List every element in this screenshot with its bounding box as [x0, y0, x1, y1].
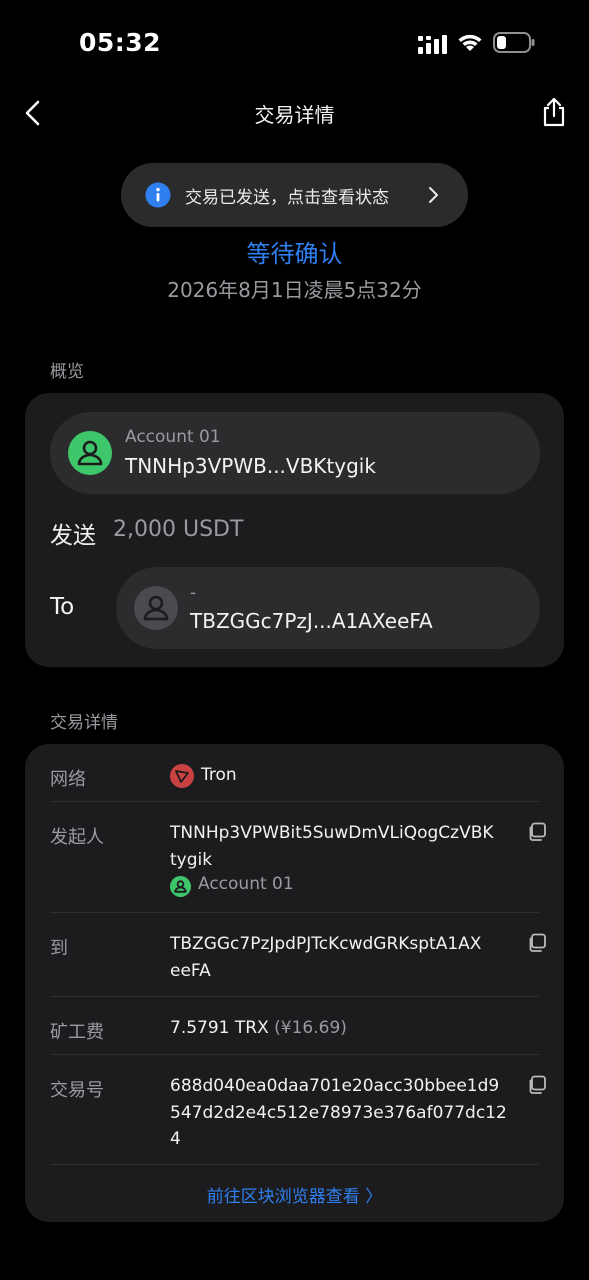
divider: [50, 912, 540, 913]
view-in-explorer-link[interactable]: 前往区块浏览器查看 〉: [0, 1182, 589, 1207]
account-avatar-icon: [170, 876, 191, 897]
fee-fiat: (¥16.69): [274, 1018, 347, 1038]
transaction-datetime: 2026年8月1日凌晨5点32分: [167, 278, 422, 302]
share-icon[interactable]: [540, 96, 568, 128]
transaction-status: 等待确认: [246, 240, 343, 268]
initiator-address-line1: TNNHp3VPWBit5SuwDmVLiQogCzVBK: [170, 823, 494, 843]
to-account-address: TBZGGc7PzJ...A1AXeeFA: [190, 609, 433, 633]
from-account-address: TNNHp3VPWB...VBKtygik: [125, 454, 376, 478]
details-section-label: 交易详情: [50, 713, 118, 733]
wifi-icon: [458, 34, 482, 51]
details-card: [25, 744, 564, 1222]
txid-label: 交易号: [50, 1080, 104, 1101]
fee-label: 矿工费: [50, 1022, 104, 1043]
divider: [50, 1164, 540, 1165]
fee-value: 7.5791 TRX (¥16.69): [170, 1015, 347, 1042]
network-label: 网络: [50, 769, 86, 790]
initiator-address-line2: tygik: [170, 850, 213, 870]
battery-icon: [493, 32, 535, 53]
transaction-sent-notice[interactable]: 交易已发送，点击查看状态: [121, 163, 468, 227]
divider: [50, 1054, 540, 1055]
notice-text: 交易已发送，点击查看状态: [185, 188, 389, 208]
recipient-address-line1: TBZGGc7PzJpdPJTcKcwdGRKsptA1AX: [170, 934, 482, 954]
recipient-address-line2: eeFA: [170, 961, 211, 981]
overview-section-label: 概览: [50, 362, 84, 382]
page-title: 交易详情: [254, 103, 335, 127]
divider: [50, 801, 540, 802]
network-value: Tron: [201, 765, 237, 785]
to-account-pill[interactable]: [116, 567, 540, 649]
to-account-name: -: [190, 583, 197, 603]
txid-line1: 688d040ea0daa701e20acc30bbee1d9: [170, 1076, 500, 1096]
to-label: To: [50, 594, 75, 620]
fee-amount: 7.5791 TRX: [170, 1018, 269, 1038]
copy-icon[interactable]: [527, 822, 547, 842]
info-icon: [145, 182, 171, 208]
cellular-signal-icon: [418, 35, 447, 54]
avatar: [134, 586, 178, 630]
from-account-pill[interactable]: [50, 412, 540, 494]
recipient-label: 到: [50, 938, 68, 959]
avatar: [68, 431, 112, 475]
copy-icon[interactable]: [527, 1075, 547, 1095]
status-time: 05:32: [79, 28, 162, 57]
txid-line3: 4: [170, 1129, 181, 1149]
from-account-name: Account 01: [125, 427, 221, 447]
txid-line2: 547d2d2e4c512e78973e376af077dc12: [170, 1103, 507, 1123]
divider: [50, 996, 540, 997]
tron-logo-icon: [170, 764, 194, 788]
initiator-label: 发起人: [50, 827, 104, 848]
user-icon: [143, 595, 169, 621]
send-amount: 2,000 USDT: [113, 517, 244, 542]
copy-icon[interactable]: [527, 933, 547, 953]
initiator-account-name: Account 01: [198, 874, 294, 894]
chevron-right-icon: [429, 187, 438, 203]
send-label: 发送: [50, 523, 96, 549]
user-icon: [77, 440, 103, 466]
